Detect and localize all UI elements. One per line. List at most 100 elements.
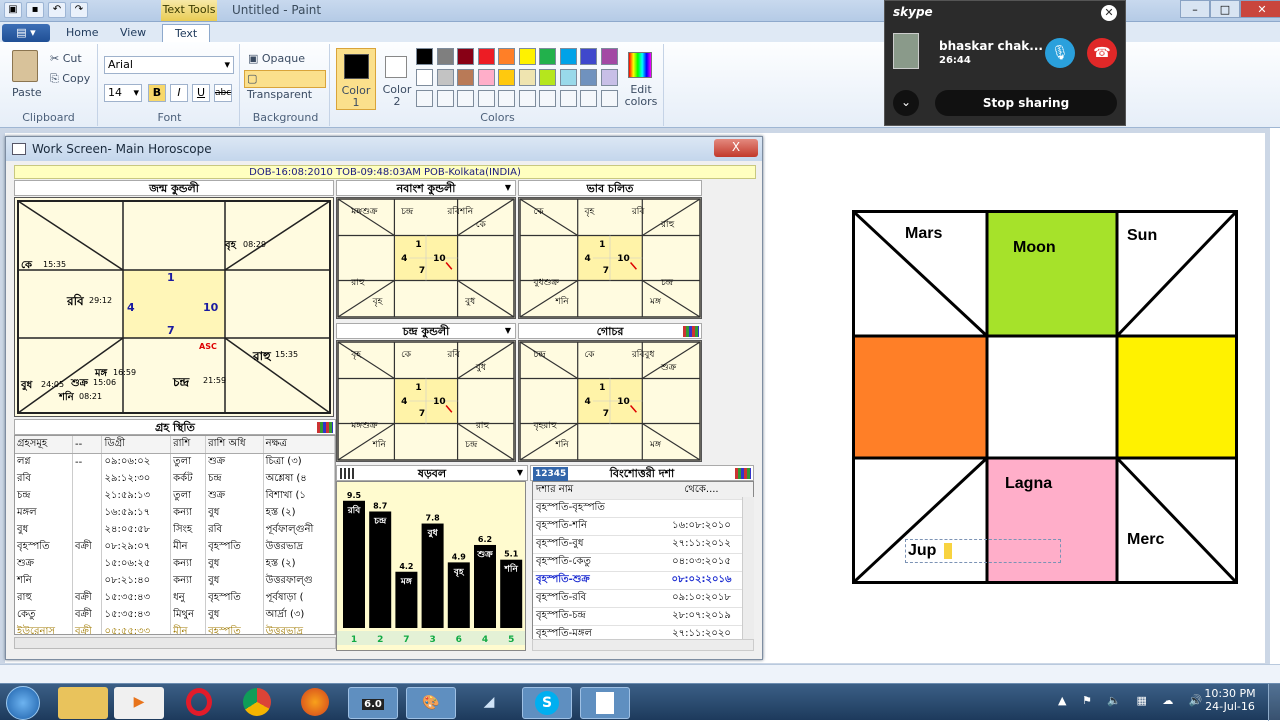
table-row[interactable]: বৃহস্পতি বক্রী ০৮:২৯:০৭ মীন বৃহস্পতি উত্তরভাদ… <box>15 539 335 556</box>
gochar-chart[interactable]: 1 4 10 7 চন্দ্র কে রবিবুধ শুক্র বৃহরাহু শনি মঙ্গ <box>518 340 702 462</box>
dasha-horizontal-scrollbar[interactable] <box>532 639 754 651</box>
palette-color[interactable] <box>580 90 597 107</box>
palette-color[interactable] <box>559 48 577 65</box>
column-header[interactable]: গ্রহসমূহ <box>15 436 73 454</box>
color1-button[interactable]: Color 1 <box>336 48 376 110</box>
tab-view[interactable]: View <box>108 24 158 42</box>
skype-taskbar-icon[interactable]: S <box>522 687 572 719</box>
column-header[interactable]: রাশি <box>170 436 207 454</box>
label-jup[interactable]: Jup <box>908 542 936 560</box>
dasha-level-tabs[interactable]: 12345 <box>533 467 569 482</box>
palette-color[interactable] <box>600 69 618 86</box>
italic-button[interactable]: I <box>170 84 188 102</box>
save-icon[interactable]: ▪ <box>26 2 44 18</box>
transparent-button[interactable]: ▢ Transparent <box>244 70 326 101</box>
text-box[interactable]: Jup <box>905 539 1061 563</box>
strikethrough-button[interactable]: abc <box>214 84 232 102</box>
media-player-taskbar-icon[interactable]: ▶ <box>114 687 164 719</box>
table-row[interactable]: বৃহস্পতি-চন্দ্র ২৮:০৭:২০১৯ <box>533 607 753 626</box>
table-row[interactable]: বুধ ২৪:০৫:৫৮ সিংহ রবি পূর্বফাল্গুনী <box>15 522 335 539</box>
palette-color[interactable] <box>600 90 618 107</box>
palette-color[interactable] <box>457 69 474 86</box>
navamsha-chart[interactable]: 1 4 10 7 মঙ্গশুক্র চন্দ্র রবিশনি কে রাহু বৃহ বুধ <box>336 197 516 319</box>
palette-color[interactable] <box>539 48 556 65</box>
edit-colors-label[interactable]: Edit colors <box>622 84 660 108</box>
paint-taskbar-icon[interactable]: 🎨 <box>406 687 456 719</box>
dasha-scrollbar[interactable] <box>742 497 754 651</box>
palette-color[interactable] <box>457 90 474 107</box>
palette-color[interactable] <box>436 69 454 86</box>
table-row[interactable]: লগ্ন -- ০৯:০৬:০২ তুলা শুক্র চিত্রা (৩) <box>15 453 335 471</box>
table-row[interactable]: বৃহস্পতি-বৃহস্পতি <box>533 499 753 518</box>
microphone-icon[interactable]: 🎙 <box>1045 38 1075 68</box>
column-header[interactable]: ডিগ্রী <box>101 436 172 454</box>
chrome-taskbar-icon[interactable] <box>232 687 282 719</box>
palette-color[interactable] <box>539 69 556 86</box>
show-desktop-button[interactable] <box>1268 684 1280 721</box>
close-button[interactable]: ✕ <box>1240 0 1280 18</box>
janma-kundali-chart[interactable]: কে 15:35 বৃহ 08:29 রবি 29:12 1 4 10 7 AS… <box>14 197 334 417</box>
clock[interactable]: 10:30 PM 24-Jul-16 <box>1202 687 1258 713</box>
table-row[interactable]: বৃহস্পতি-শনি ১৬:০৮:২০১০ <box>533 517 753 536</box>
explorer-taskbar-icon[interactable] <box>58 687 108 719</box>
palette-color[interactable] <box>416 69 433 86</box>
table-row[interactable]: রাহু বক্রী ১৫:৩৫:৪৩ ধনু বৃহস্পতি পূর্বষাড়া ( <box>15 590 335 607</box>
grid-icon[interactable] <box>735 468 751 479</box>
palette-color[interactable] <box>559 69 577 86</box>
cut-button[interactable]: ✂ Cut <box>50 52 82 65</box>
chandra-kundali-title[interactable]: চন্দ্র কুন্ডলী ▼ <box>336 323 516 339</box>
table-row[interactable]: বৃহস্পতি-শুক্র ০৮:০২:২০১৬ <box>533 571 753 590</box>
bhav-chalit-chart[interactable]: 1 4 10 7 কে বৃহ রবি রাহু বুধশুক্র শনি মঙ্গ চন্দ্র <box>518 197 702 319</box>
table-row[interactable]: বৃহস্পতি-বুধ ২৭:১১:২০১২ <box>533 535 753 554</box>
palette-color[interactable] <box>416 90 433 107</box>
grid-icon[interactable] <box>683 326 699 337</box>
palette-color[interactable] <box>457 48 474 65</box>
chevron-down-icon[interactable]: ▼ <box>503 327 513 335</box>
column-header[interactable]: রাশি অধি <box>205 436 264 454</box>
paste-label[interactable]: Paste <box>12 86 42 99</box>
paint-button[interactable]: ▤ ▾ <box>2 24 50 42</box>
table-row[interactable]: বৃহস্পতি-কেতু ০৪:০৩:২০১৫ <box>533 553 753 572</box>
underline-button[interactable]: U <box>192 84 210 102</box>
chevron-down-icon[interactable]: ▼ <box>503 184 513 192</box>
navamsha-title[interactable]: নবাংশ কুন্ডলী ▼ <box>336 180 516 196</box>
palette-color[interactable] <box>498 90 515 107</box>
paste-icon[interactable] <box>12 50 38 82</box>
maximize-button[interactable]: □ <box>1210 0 1240 18</box>
palette-color[interactable] <box>600 48 618 65</box>
system-tray-icons[interactable]: ▲ ⚑ 🔈 ▦ ☁ 🔊 <box>1058 694 1209 707</box>
stop-sharing-button[interactable]: Stop sharing <box>935 90 1117 116</box>
table-row[interactable]: শুক্র ১৫:০৬:২৫ কন্যা বুধ হস্ত (২) <box>15 556 335 573</box>
table-row[interactable]: চন্দ্র ২১:৫৯:১৩ তুলা শুক্র বিশাখা (১ <box>15 488 335 505</box>
astro-app-taskbar-icon[interactable]: 6.0 <box>348 687 398 719</box>
table-horizontal-scrollbar[interactable] <box>14 637 336 649</box>
firefox-taskbar-icon[interactable] <box>290 687 340 719</box>
chevron-down-icon[interactable]: ⌄ <box>893 90 919 116</box>
table-row[interactable]: কেতু বক্রী ১৫:৩৫:৪৩ মিথুন বুধ আর্দ্রা (৩) <box>15 607 335 624</box>
palette-color[interactable] <box>498 69 515 86</box>
edit-colors-icon[interactable] <box>628 52 652 78</box>
table-row[interactable]: শনি ০৮:২১:৪০ কন্যা বুধ উত্তরফাল্গু <box>15 573 335 590</box>
font-family-dropdown[interactable]: Arial ▾ <box>104 56 234 74</box>
palette-color[interactable] <box>539 90 556 107</box>
column-header[interactable]: নক্ষত্র <box>263 436 335 454</box>
bold-button[interactable]: B <box>148 84 166 102</box>
palette-color[interactable] <box>580 48 597 65</box>
palette-color[interactable] <box>498 48 515 65</box>
start-button[interactable] <box>6 686 40 720</box>
palette-color[interactable] <box>477 48 495 65</box>
table-row[interactable]: বৃহস্পতি-রবি ০৯:১০:২০১৮ <box>533 589 753 608</box>
chandra-kundali-chart[interactable]: 1 4 10 7 বৃহ কে রবি বুধ মঙ্গশুক্র শনি চন্দ্র রাহু <box>336 340 516 462</box>
close-icon[interactable]: ✕ <box>1101 5 1117 21</box>
opera-taskbar-icon[interactable] <box>174 687 224 719</box>
opaque-button[interactable]: ▣ Opaque <box>246 52 305 68</box>
palette-color[interactable] <box>477 69 495 86</box>
palette-color[interactable] <box>416 48 433 65</box>
palette-color[interactable] <box>477 90 495 107</box>
paint-menu-icon[interactable]: ▣ <box>4 2 22 18</box>
palette-color[interactable] <box>580 69 597 86</box>
copy-button[interactable]: ⎘ Copy <box>50 72 90 86</box>
palette-color[interactable] <box>559 90 577 107</box>
kundali-drawing[interactable]: Mars Moon Sun Lagna Merc Jup <box>852 210 1238 584</box>
tools-taskbar-icon[interactable]: ◢ <box>464 687 514 719</box>
